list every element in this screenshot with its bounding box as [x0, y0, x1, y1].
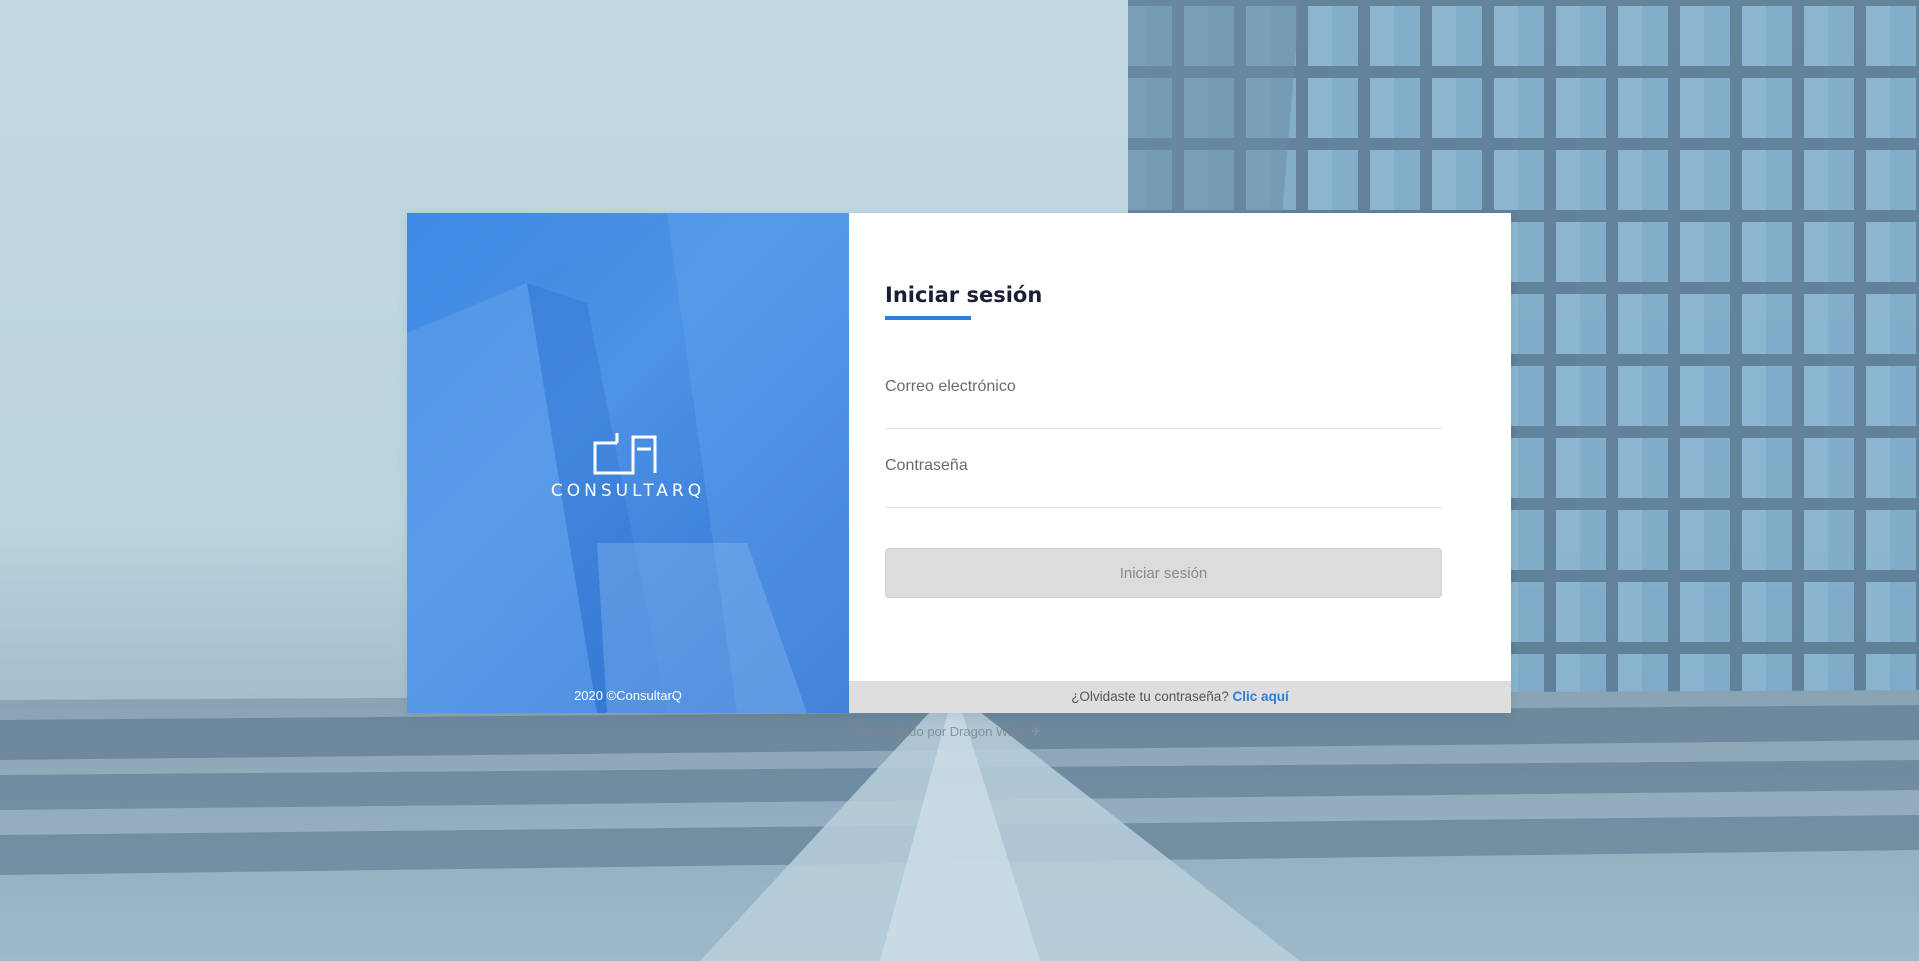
developer-credit: Desarrollado por Dragon Ware ✈ [850, 724, 1041, 740]
logo-text: CONSULTARQ [550, 481, 706, 501]
email-field[interactable] [885, 402, 1446, 426]
consultarq-logo: CONSULTARQ [407, 429, 849, 501]
login-button[interactable]: Iniciar sesión [885, 548, 1442, 598]
consultarq-logo-mark-icon [593, 433, 657, 475]
forgot-password-text: ¿Olvidaste tu contraseña? [1071, 689, 1229, 704]
login-page: CONSULTARQ 2020 ©ConsultarQ Iniciar sesi… [0, 0, 1919, 961]
paper-plane-icon: ✈ [1030, 724, 1042, 739]
email-label: Correo electrónico [885, 378, 1016, 395]
forgot-password-link[interactable]: Clic aquí [1233, 689, 1289, 704]
login-form: Iniciar sesión Correo electrónico Contra… [885, 283, 1446, 598]
page-title: Iniciar sesión [885, 283, 1043, 307]
email-field-group: Correo electrónico [885, 350, 1446, 429]
password-field[interactable] [885, 481, 1446, 505]
password-field-group: Contraseña [885, 429, 1446, 508]
brand-panel: CONSULTARQ 2020 ©ConsultarQ [407, 213, 849, 713]
copyright-text: 2020 ©ConsultarQ [574, 688, 682, 703]
forgot-password-bar: ¿Olvidaste tu contraseña? Clic aquí [849, 681, 1511, 713]
login-card: CONSULTARQ 2020 ©ConsultarQ Iniciar sesi… [407, 213, 1511, 713]
login-form-panel: Iniciar sesión Correo electrónico Contra… [849, 213, 1511, 713]
password-label: Contraseña [885, 457, 968, 474]
developer-credit-text: Desarrollado por Dragon Ware [850, 724, 1027, 739]
title-underline [885, 316, 971, 320]
